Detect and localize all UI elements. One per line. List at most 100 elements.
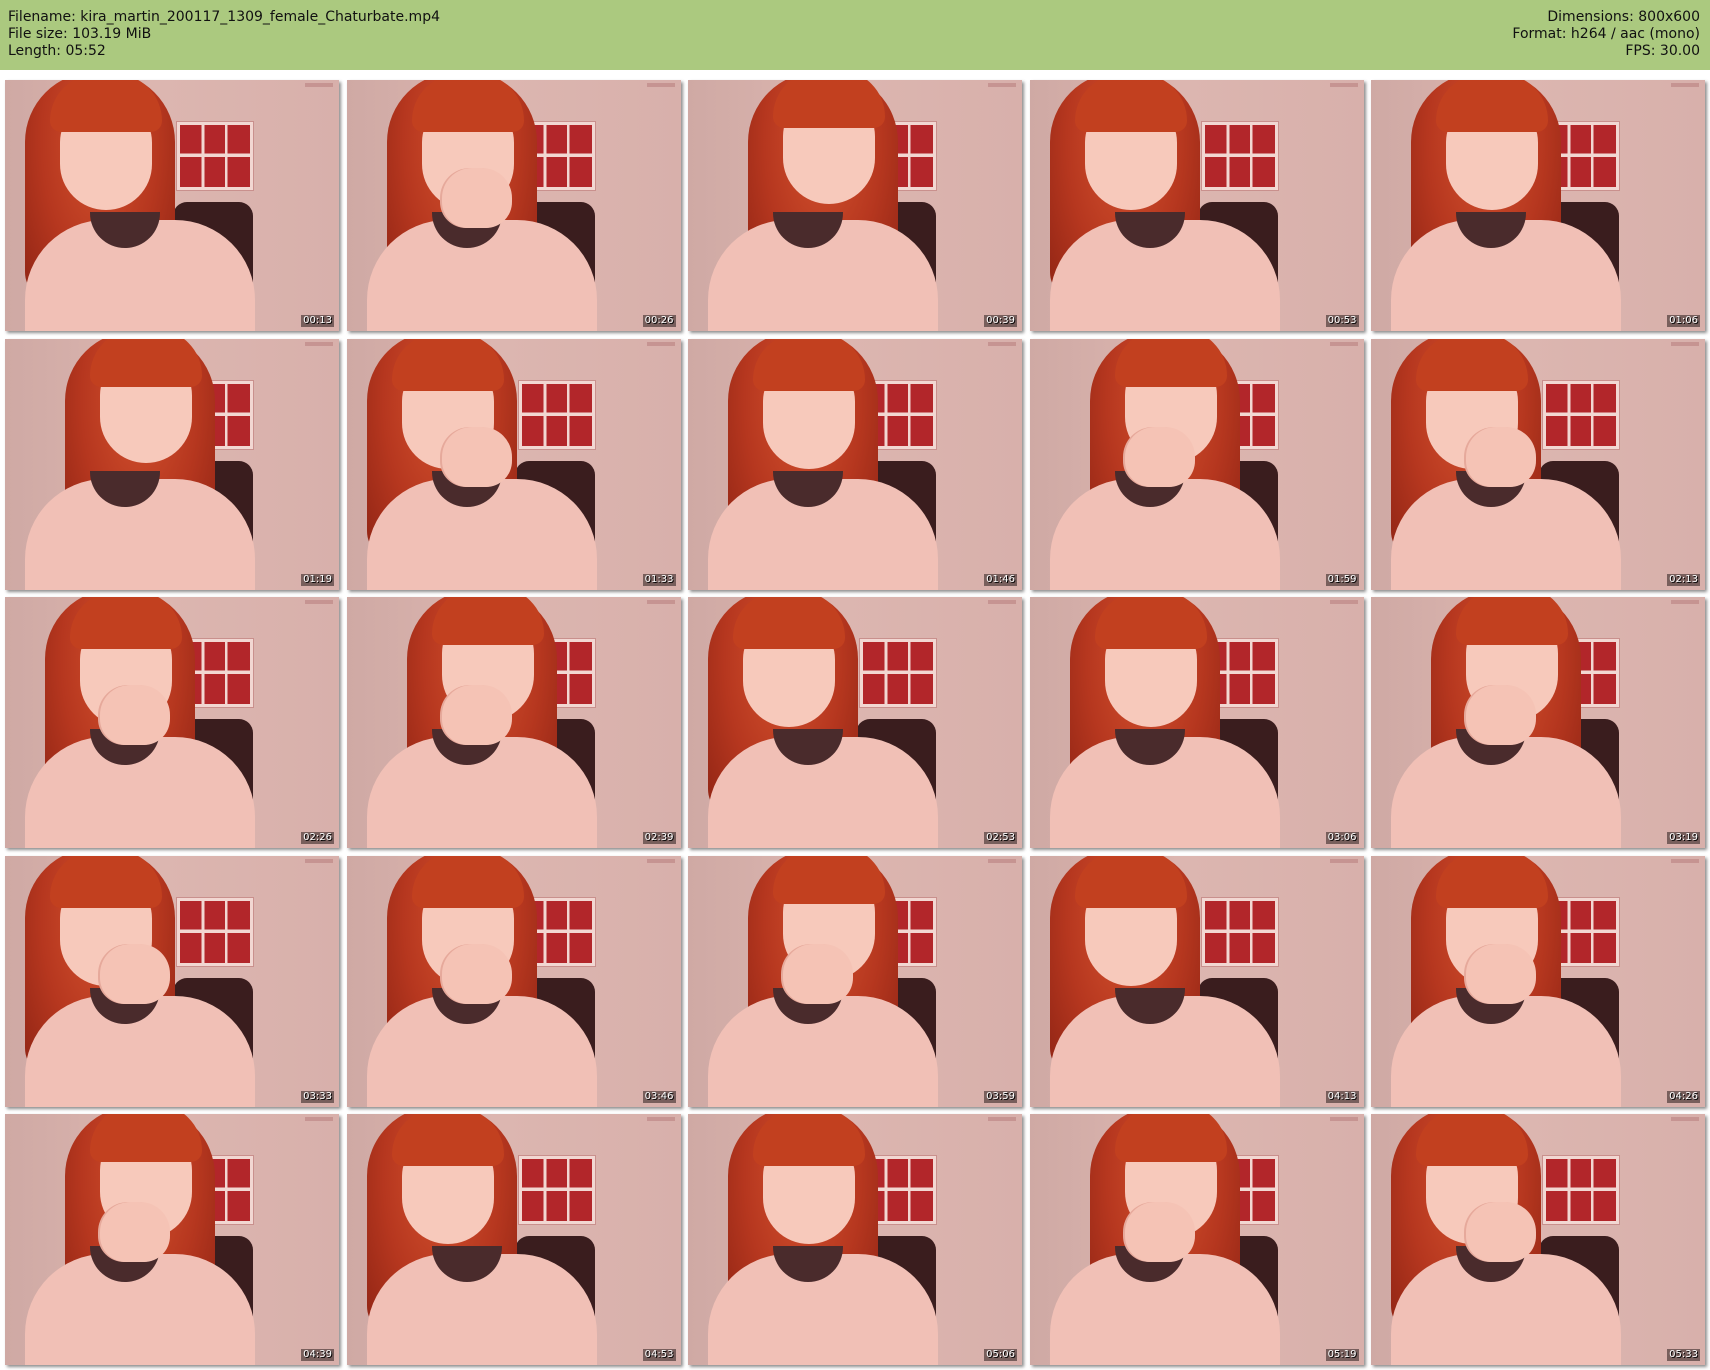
video-thumbnail[interactable]: 00:26 xyxy=(346,80,681,331)
video-thumbnail[interactable]: 00:39 xyxy=(688,80,1022,331)
video-thumbnail[interactable]: 02:39 xyxy=(346,597,681,848)
bangs xyxy=(50,80,162,132)
bangs xyxy=(733,597,845,649)
bangs xyxy=(431,597,544,645)
watermark xyxy=(1671,600,1699,604)
thumbnail-grid: 00:13 00:26 00:39 00:53 01:06 01:19 01:33 01:46… xyxy=(5,80,1705,1366)
watermark xyxy=(646,1117,675,1121)
hand xyxy=(441,168,512,228)
video-thumbnail[interactable]: 02:13 xyxy=(1371,338,1705,590)
timestamp-label: 03:46 xyxy=(642,1090,676,1103)
video-thumbnail[interactable]: 05:19 xyxy=(1029,1114,1364,1365)
hand xyxy=(100,943,170,1004)
timestamp-label: 03:19 xyxy=(1667,832,1700,844)
watermark xyxy=(646,858,675,863)
timestamp-label: 05:33 xyxy=(1667,1349,1700,1361)
bangs xyxy=(773,80,885,128)
video-thumbnail[interactable]: 03:33 xyxy=(5,855,339,1107)
timestamp-label: 04:39 xyxy=(301,1349,334,1361)
window-poster xyxy=(1201,122,1278,190)
video-thumbnail[interactable]: 01:06 xyxy=(1371,80,1705,331)
watermark xyxy=(1329,83,1358,87)
video-thumbnail[interactable]: 03:06 xyxy=(1029,597,1364,848)
video-thumbnail[interactable]: 04:53 xyxy=(346,1114,681,1365)
watermark xyxy=(305,341,333,346)
video-thumbnail[interactable]: 03:19 xyxy=(1371,597,1705,848)
timestamp-label: 05:19 xyxy=(1325,1349,1359,1361)
bangs xyxy=(391,338,504,391)
hand xyxy=(1466,943,1536,1004)
watermark xyxy=(1671,83,1699,87)
timestamp-label: 00:53 xyxy=(1325,315,1359,327)
video-thumbnail[interactable]: 00:53 xyxy=(1029,80,1364,331)
timestamp-label: 01:33 xyxy=(642,573,676,586)
window-poster xyxy=(177,122,253,190)
bangs xyxy=(1114,338,1227,387)
bangs xyxy=(391,1114,504,1166)
watermark xyxy=(305,1117,333,1121)
bangs xyxy=(773,855,885,904)
watermark xyxy=(988,83,1016,87)
video-thumbnail[interactable]: 05:06 xyxy=(688,1114,1022,1365)
window-poster xyxy=(518,380,595,449)
timestamp-label: 01:46 xyxy=(984,573,1017,586)
watermark xyxy=(305,83,333,87)
video-thumbnail[interactable]: 02:53 xyxy=(688,597,1022,848)
video-thumbnail[interactable]: 03:59 xyxy=(688,855,1022,1107)
filesize-label: File size: 103.19 MiB xyxy=(8,26,152,42)
window-poster xyxy=(860,639,936,707)
timestamp-label: 02:39 xyxy=(642,832,676,844)
bangs xyxy=(753,338,865,391)
timestamp-label: 02:53 xyxy=(984,832,1017,844)
watermark xyxy=(305,858,333,863)
video-thumbnail[interactable]: 03:46 xyxy=(346,855,681,1107)
watermark xyxy=(988,858,1016,863)
watermark xyxy=(305,600,333,604)
length-label: Length: 05:52 xyxy=(8,43,106,59)
video-thumbnail[interactable]: 04:39 xyxy=(5,1114,339,1365)
timestamp-label: 01:19 xyxy=(301,573,334,586)
timestamp-label: 04:13 xyxy=(1325,1090,1359,1103)
hand xyxy=(1124,426,1195,487)
hand xyxy=(441,943,512,1004)
hand xyxy=(1466,685,1536,745)
video-thumbnail[interactable]: 01:59 xyxy=(1029,338,1364,590)
hand xyxy=(441,685,512,745)
watermark xyxy=(988,1117,1016,1121)
bangs xyxy=(90,1114,202,1162)
timestamp-label: 01:06 xyxy=(1667,315,1700,327)
video-thumbnail[interactable]: 01:33 xyxy=(346,338,681,590)
watermark xyxy=(988,341,1016,346)
video-thumbnail[interactable]: 01:19 xyxy=(5,338,339,590)
file-info-right: Dimensions: 800x600 Format: h264 / aac (… xyxy=(1512,9,1700,60)
video-thumbnail[interactable]: 00:13 xyxy=(5,80,339,331)
hand xyxy=(100,1202,170,1262)
hand xyxy=(441,426,512,487)
bangs xyxy=(1074,855,1187,908)
video-thumbnail[interactable]: 05:33 xyxy=(1371,1114,1705,1365)
watermark xyxy=(1329,341,1358,346)
video-thumbnail[interactable]: 02:26 xyxy=(5,597,339,848)
video-thumbnail[interactable]: 04:13 xyxy=(1029,855,1364,1107)
watermark xyxy=(1329,600,1358,604)
video-thumbnail[interactable]: 01:46 xyxy=(688,338,1022,590)
window-poster xyxy=(177,897,253,966)
timestamp-label: 02:26 xyxy=(301,832,334,844)
filename-label: Filename: kira_martin_200117_1309_female… xyxy=(8,9,440,25)
watermark xyxy=(1671,1117,1699,1121)
bangs xyxy=(411,855,524,908)
timestamp-label: 02:13 xyxy=(1667,573,1700,586)
window-poster xyxy=(1543,380,1619,449)
bangs xyxy=(50,855,162,908)
format-label: Format: h264 / aac (mono) xyxy=(1512,26,1700,42)
timestamp-label: 00:13 xyxy=(301,315,334,327)
timestamp-label: 04:53 xyxy=(642,1349,676,1361)
bangs xyxy=(70,597,182,649)
video-thumbnail[interactable]: 04:26 xyxy=(1371,855,1705,1107)
bangs xyxy=(1074,80,1187,132)
watermark xyxy=(1671,858,1699,863)
window-poster xyxy=(1201,897,1278,966)
watermark xyxy=(646,600,675,604)
hand xyxy=(1466,1202,1536,1262)
timestamp-label: 00:39 xyxy=(984,315,1017,327)
